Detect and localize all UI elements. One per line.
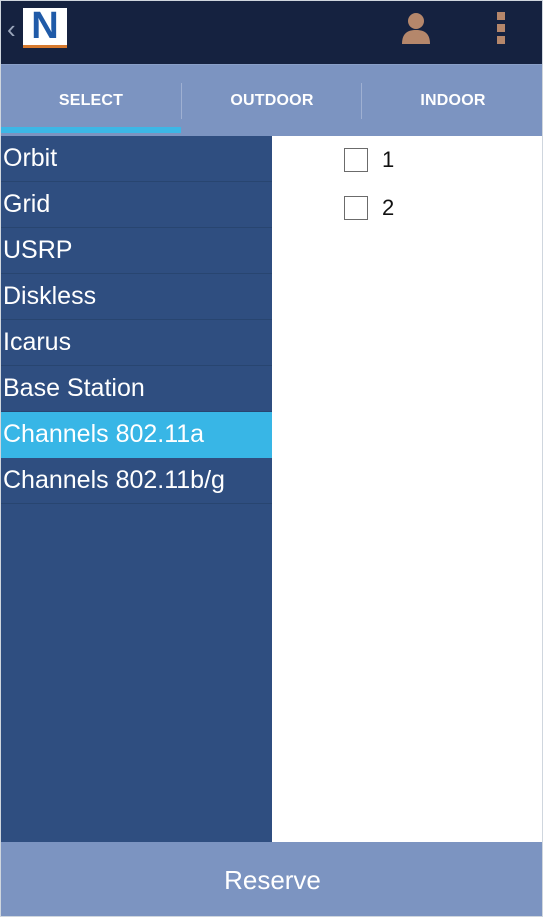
list-item-icarus[interactable]: Icarus — [1, 320, 272, 366]
resource-list: Orbit Grid USRP Diskless Icarus Base Sta… — [1, 136, 272, 842]
action-bar: ‹ N — [1, 1, 542, 64]
tab-bar: SELECT OUTDOOR INDOOR — [1, 64, 542, 137]
chevron-left-icon[interactable]: ‹ — [7, 15, 21, 43]
list-item-diskless[interactable]: Diskless — [1, 274, 272, 320]
channel-option-label: 1 — [382, 147, 395, 172]
channel-option-2[interactable]: 2 — [344, 194, 394, 222]
list-item-grid[interactable]: Grid — [1, 182, 272, 228]
selected-tab-indicator — [1, 127, 181, 133]
channel-option-1[interactable]: 1 — [344, 146, 394, 174]
channel-options: 1 2 — [272, 136, 542, 842]
app-logo-letter: N — [31, 5, 59, 47]
list-item-base-station[interactable]: Base Station — [1, 366, 272, 412]
checkbox[interactable] — [344, 196, 368, 220]
channel-option-label: 2 — [382, 195, 395, 220]
list-item-channels-80211bg[interactable]: Channels 802.11b/g — [1, 458, 272, 504]
list-item-usrp[interactable]: USRP — [1, 228, 272, 274]
overflow-menu-icon[interactable] — [491, 9, 511, 47]
list-item-orbit[interactable]: Orbit — [1, 136, 272, 182]
app-logo[interactable]: N — [23, 5, 67, 48]
checkbox[interactable] — [344, 148, 368, 172]
tab-indoor[interactable]: INDOOR — [362, 65, 542, 137]
user-icon[interactable] — [399, 11, 433, 45]
tab-outdoor[interactable]: OUTDOOR — [182, 65, 362, 137]
app-window: ‹ N SELECT OUTDOOR INDOOR Orbit Grid USR… — [0, 0, 543, 917]
reserve-button[interactable]: Reserve — [1, 842, 542, 916]
list-item-channels-80211a[interactable]: Channels 802.11a — [1, 412, 272, 458]
